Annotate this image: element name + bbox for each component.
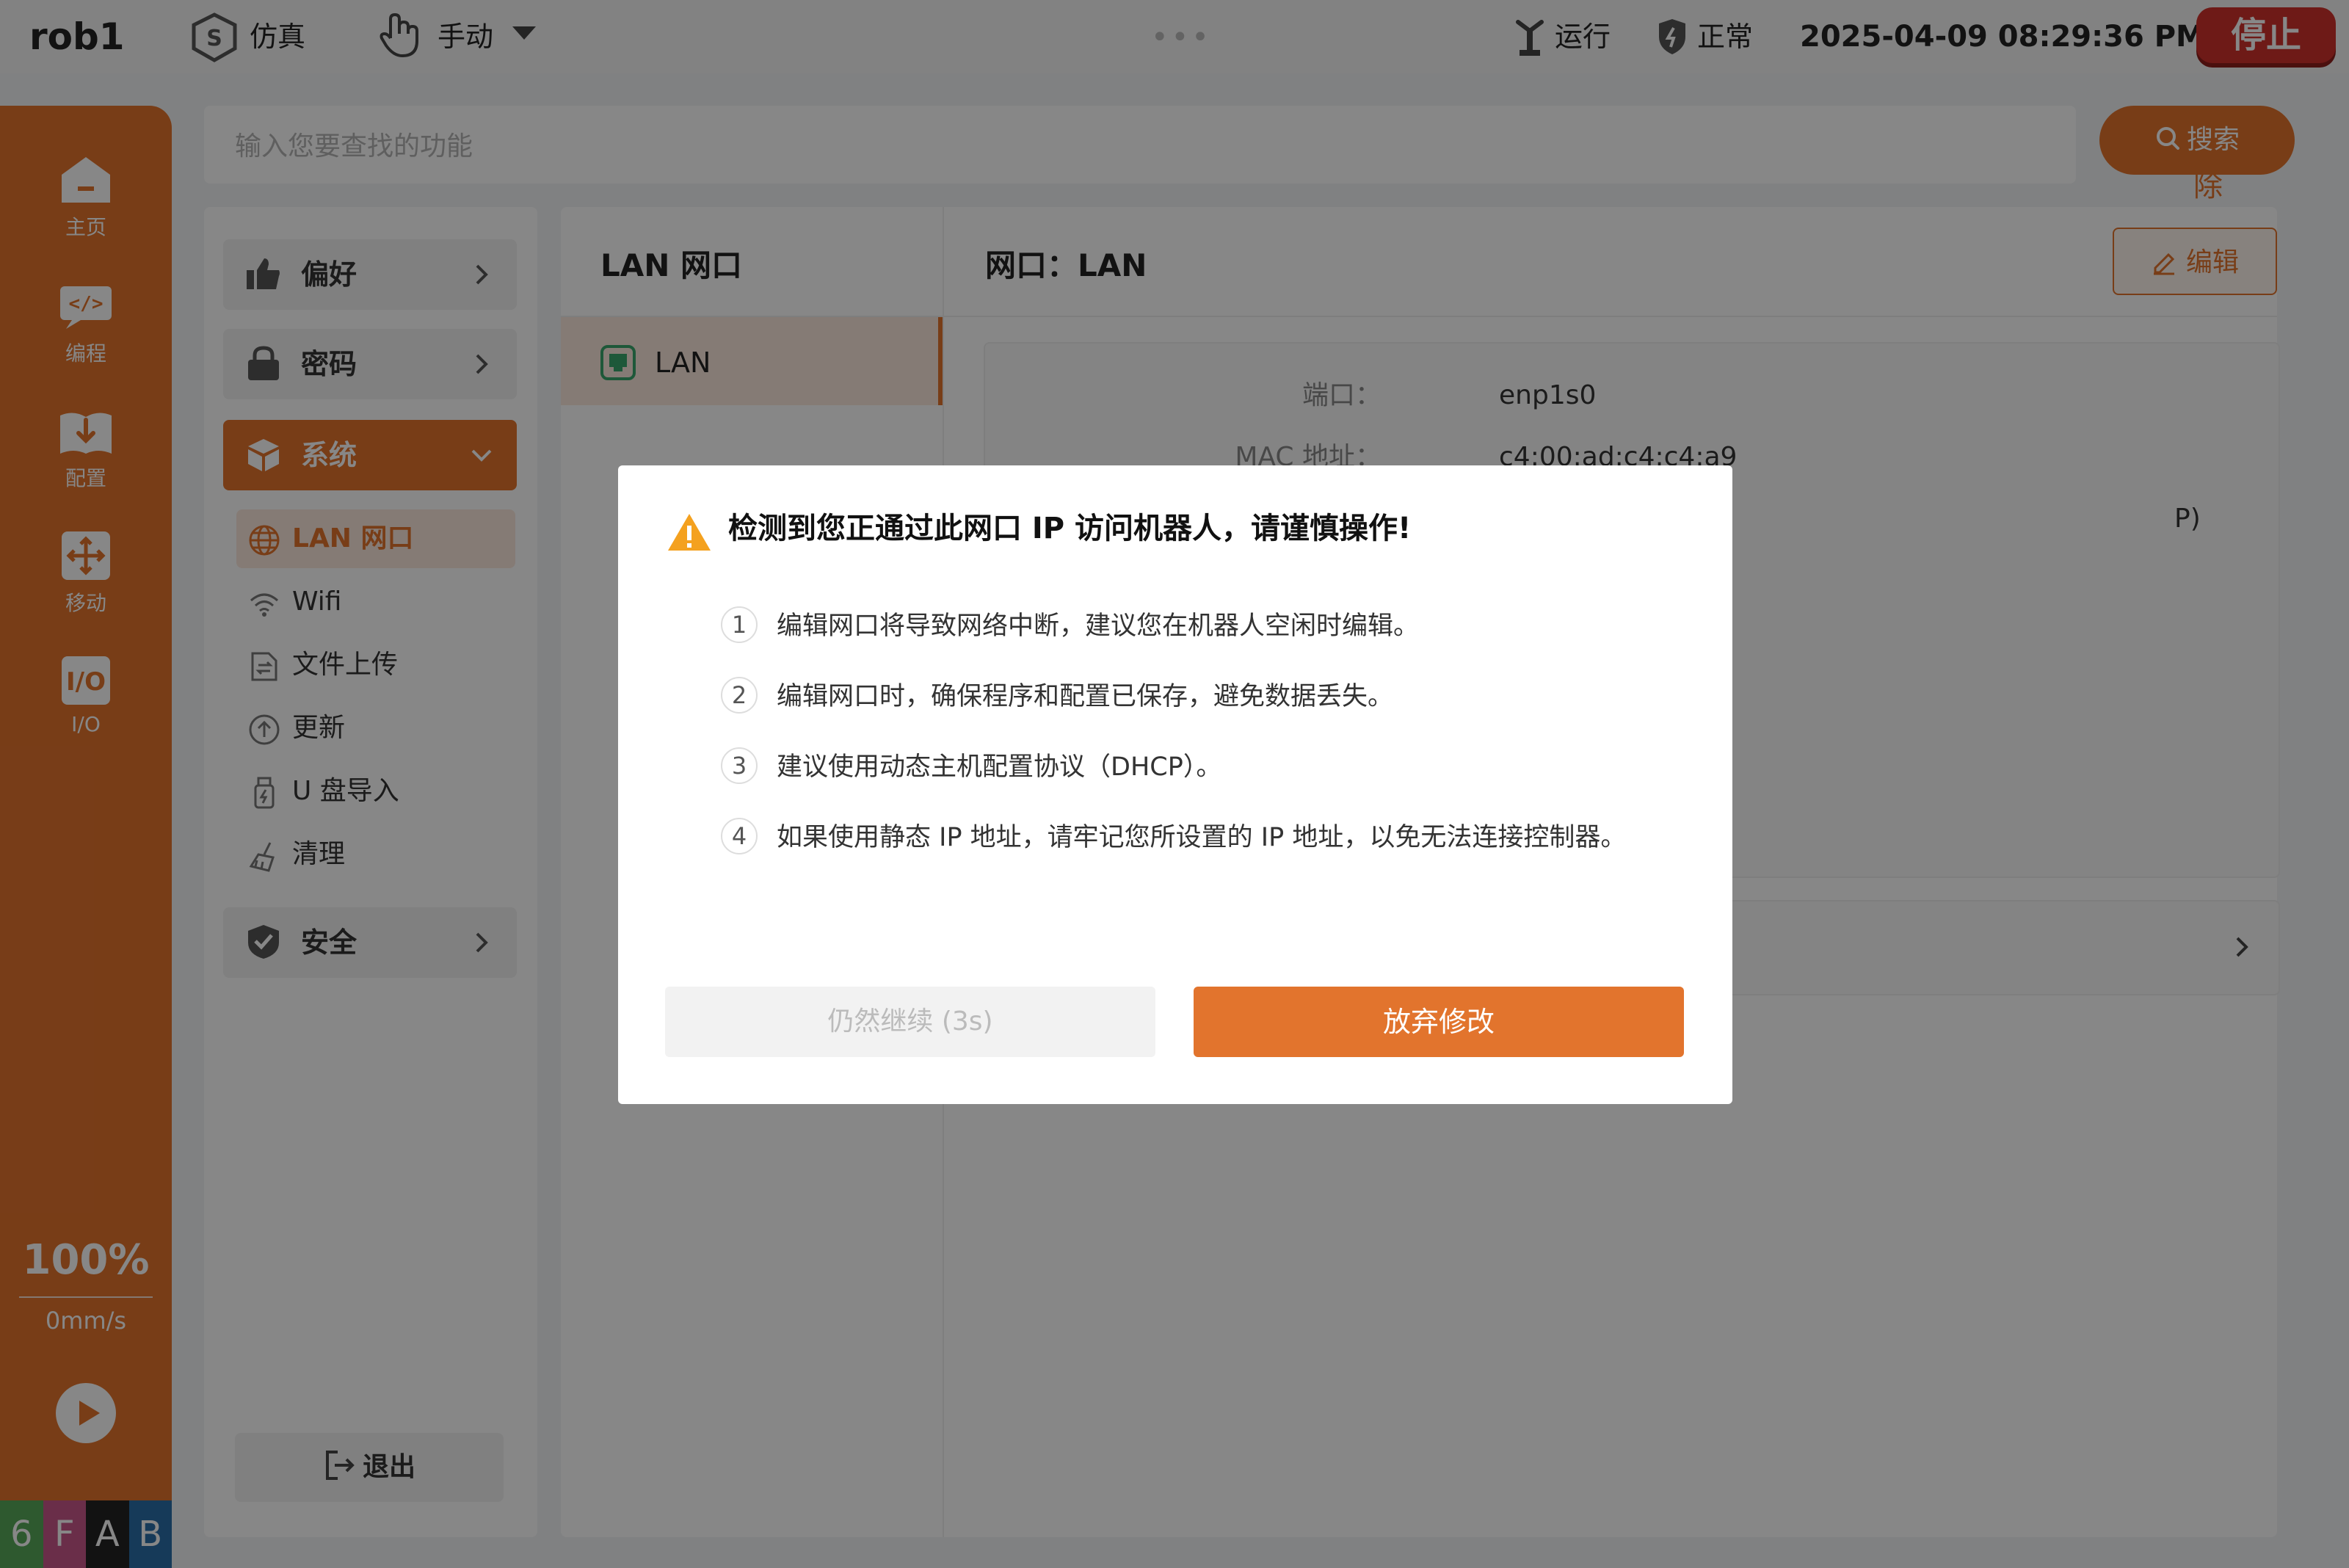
warning-icon <box>668 514 711 551</box>
item-text: 建议使用动态主机配置协议（DHCP）。 <box>777 752 1222 782</box>
abandon-changes-button[interactable]: 放弃修改 <box>1194 987 1684 1057</box>
item-text: 编辑网口将导致网络中断，建议您在机器人空闲时编辑。 <box>777 611 1420 641</box>
dialog-title: 检测到您正通过此网口 IP 访问机器人，请谨慎操作! <box>728 512 1412 545</box>
item-text: 如果使用静态 IP 地址，请牢记您所设置的 IP 地址，以免无法连接控制器。 <box>777 823 1627 852</box>
item-number: 4 <box>721 818 758 854</box>
item-number: 3 <box>721 747 758 784</box>
warning-dialog: 检测到您正通过此网口 IP 访问机器人，请谨慎操作! 1 编辑网口将导致网络中断… <box>618 465 1732 1104</box>
item-number: 2 <box>721 677 758 714</box>
continue-button[interactable]: 仍然继续 (3s) <box>665 987 1155 1057</box>
item-number: 1 <box>721 606 758 643</box>
item-text: 编辑网口时，确保程序和配置已保存，避免数据丢失。 <box>777 682 1394 711</box>
